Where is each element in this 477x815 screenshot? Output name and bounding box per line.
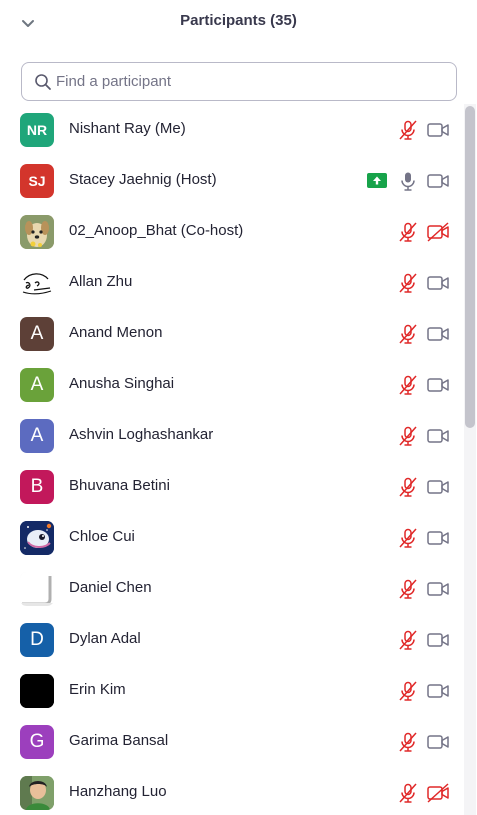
avatar: G	[20, 725, 54, 759]
participant-row[interactable]: Erin Kim	[0, 665, 462, 716]
participant-name: Garima Bansal	[69, 732, 169, 749]
avatar	[20, 266, 54, 300]
participant-row[interactable]: G Garima Bansal	[0, 716, 462, 767]
avatar	[20, 674, 54, 708]
participant-row[interactable]: 02_Anoop_Bhat (Co-host)	[0, 206, 462, 257]
avatar: D	[20, 623, 54, 657]
video-camera-icon[interactable]	[426, 681, 450, 701]
search-box[interactable]	[21, 62, 457, 101]
video-camera-icon[interactable]	[426, 477, 450, 497]
scrollbar-thumb[interactable]	[465, 106, 475, 428]
participant-name: Chloe Cui	[69, 528, 135, 545]
search-input[interactable]	[56, 65, 446, 98]
avatar: B	[20, 470, 54, 504]
participant-name: Daniel Chen	[69, 579, 152, 596]
participant-row[interactable]: NR Nishant Ray (Me)	[0, 104, 462, 155]
participant-name: 02_Anoop_Bhat (Co-host)	[69, 222, 244, 239]
mic-muted-icon[interactable]	[397, 119, 419, 141]
mic-muted-icon[interactable]	[397, 374, 419, 396]
participant-row[interactable]: B Bhuvana Betini	[0, 461, 462, 512]
video-camera-icon[interactable]	[426, 528, 450, 548]
video-off-icon[interactable]	[426, 222, 450, 242]
avatar	[20, 572, 54, 606]
video-camera-icon[interactable]	[426, 426, 450, 446]
avatar: A	[20, 419, 54, 453]
mic-muted-icon[interactable]	[397, 323, 419, 345]
participant-name: Anusha Singhai	[69, 375, 175, 392]
panel-header: Participants (35)	[0, 0, 477, 46]
participant-row[interactable]: Hanzhang Luo	[0, 767, 462, 815]
participant-name: Allan Zhu	[69, 273, 133, 290]
video-off-icon[interactable]	[426, 783, 450, 803]
mic-icon[interactable]	[397, 170, 419, 192]
mic-muted-icon[interactable]	[397, 425, 419, 447]
screen-share-icon	[367, 173, 387, 188]
video-camera-icon[interactable]	[426, 273, 450, 293]
participant-row[interactable]: A Anand Menon	[0, 308, 462, 359]
participant-row[interactable]: A Ashvin Loghashankar	[0, 410, 462, 461]
participant-row[interactable]: Chloe Cui	[0, 512, 462, 563]
video-camera-icon[interactable]	[426, 120, 450, 140]
avatar: SJ	[20, 164, 54, 198]
participant-row[interactable]: Allan Zhu	[0, 257, 462, 308]
video-camera-icon[interactable]	[426, 171, 450, 191]
participant-row[interactable]: D Dylan Adal	[0, 614, 462, 665]
video-camera-icon[interactable]	[426, 324, 450, 344]
participant-name: Hanzhang Luo	[69, 783, 167, 800]
participant-name: Dylan Adal	[69, 630, 141, 647]
participant-row[interactable]: SJ Stacey Jaehnig (Host)	[0, 155, 462, 206]
participant-name: Bhuvana Betini	[69, 477, 170, 494]
mic-muted-icon[interactable]	[397, 578, 419, 600]
video-camera-icon[interactable]	[426, 375, 450, 395]
video-camera-icon[interactable]	[426, 630, 450, 650]
mic-muted-icon[interactable]	[397, 731, 419, 753]
mic-muted-icon[interactable]	[397, 527, 419, 549]
avatar	[20, 521, 54, 555]
participant-name: Erin Kim	[69, 681, 126, 698]
participant-list: NR Nishant Ray (Me) SJ Stacey Jaehnig (Host…	[0, 104, 462, 815]
participant-name: Anand Menon	[69, 324, 163, 341]
mic-muted-icon[interactable]	[397, 680, 419, 702]
participant-row[interactable]: Daniel Chen	[0, 563, 462, 614]
avatar: A	[20, 317, 54, 351]
mic-muted-icon[interactable]	[397, 221, 419, 243]
mic-muted-icon[interactable]	[397, 272, 419, 294]
panel-title: Participants (35)	[180, 12, 297, 29]
participant-name: Ashvin Loghashankar	[69, 426, 214, 443]
mic-muted-icon[interactable]	[397, 476, 419, 498]
avatar: A	[20, 368, 54, 402]
video-camera-icon[interactable]	[426, 579, 450, 599]
mic-muted-icon[interactable]	[397, 782, 419, 804]
participant-name: Nishant Ray (Me)	[69, 120, 186, 137]
mic-muted-icon[interactable]	[397, 629, 419, 651]
avatar	[20, 215, 54, 249]
participant-row[interactable]: A Anusha Singhai	[0, 359, 462, 410]
video-camera-icon[interactable]	[426, 732, 450, 752]
avatar	[20, 776, 54, 810]
search-icon	[35, 74, 51, 90]
avatar: NR	[20, 113, 54, 147]
participant-name: Stacey Jaehnig (Host)	[69, 171, 217, 188]
